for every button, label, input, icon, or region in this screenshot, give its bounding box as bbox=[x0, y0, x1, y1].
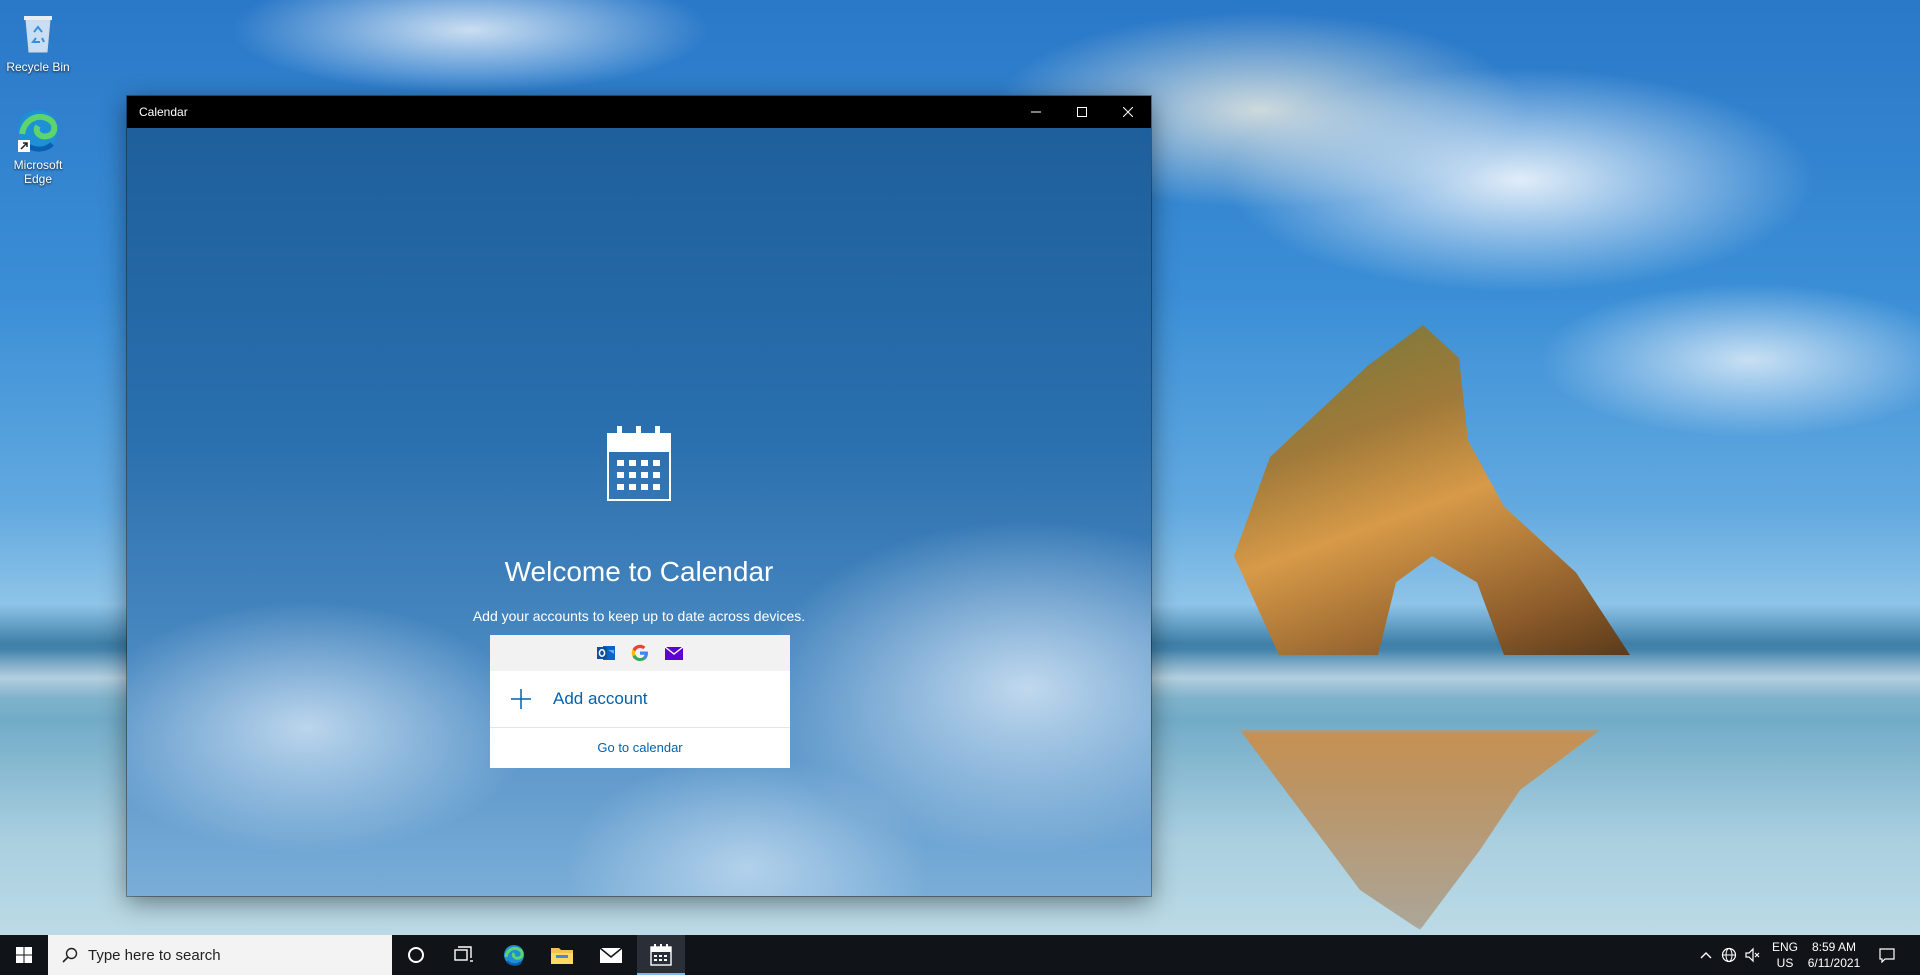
edge-icon bbox=[14, 106, 62, 154]
google-icon bbox=[631, 644, 648, 661]
maximize-icon bbox=[1077, 107, 1087, 117]
language-indicator: ENG US bbox=[1772, 939, 1798, 971]
window-titlebar[interactable]: Calendar bbox=[127, 96, 1151, 128]
action-center-button[interactable] bbox=[1872, 935, 1902, 975]
welcome-subtitle: Add your accounts to keep up to date acr… bbox=[472, 608, 806, 624]
rock-reflection bbox=[1240, 730, 1600, 930]
file-explorer-button[interactable] bbox=[538, 935, 586, 975]
minimize-icon bbox=[1031, 111, 1041, 113]
input-language-button[interactable]: ENG US bbox=[1770, 935, 1800, 975]
maximize-button[interactable] bbox=[1059, 96, 1105, 128]
plus-icon bbox=[511, 689, 531, 709]
show-hidden-icons-button[interactable] bbox=[1695, 935, 1717, 975]
volume-button[interactable] bbox=[1741, 935, 1765, 975]
taskbar: Type here to search ENG US 8:59 AM 6/11/… bbox=[0, 935, 1920, 975]
clock-date: 6/11/2021 bbox=[1807, 956, 1861, 970]
mail-button[interactable] bbox=[587, 935, 635, 975]
desktop-icon-edge[interactable]: Microsoft Edge bbox=[0, 106, 76, 186]
yahoo-mail-icon bbox=[664, 646, 684, 660]
taskbar-search-box[interactable]: Type here to search bbox=[48, 935, 392, 975]
taskbar-edge-button[interactable] bbox=[490, 935, 538, 975]
search-icon bbox=[62, 947, 78, 963]
language-code: ENG bbox=[1771, 940, 1798, 954]
close-button[interactable] bbox=[1105, 96, 1151, 128]
task-view-button[interactable] bbox=[440, 935, 488, 975]
clock-button[interactable]: 8:59 AM 6/11/2021 bbox=[1804, 935, 1864, 975]
mail-icon bbox=[599, 947, 623, 963]
task-view-icon bbox=[454, 946, 473, 962]
network-button[interactable] bbox=[1717, 935, 1741, 975]
sea-rock bbox=[1234, 325, 1630, 655]
calendar-icon bbox=[607, 426, 671, 507]
clock-time: 8:59 AM bbox=[1811, 940, 1857, 954]
cortana-icon bbox=[408, 947, 424, 963]
add-account-label: Add account bbox=[553, 689, 648, 708]
clock: 8:59 AM 6/11/2021 bbox=[1808, 939, 1861, 971]
notification-icon bbox=[1879, 948, 1895, 963]
cortana-button[interactable] bbox=[392, 935, 440, 975]
calendar-window: Calendar Welcome to Calendar Add your ac… bbox=[127, 96, 1151, 896]
provider-strip bbox=[490, 635, 790, 671]
search-placeholder: Type here to search bbox=[88, 946, 221, 964]
desktop-icon-recycle-bin[interactable]: Recycle Bin bbox=[0, 8, 76, 74]
start-button[interactable] bbox=[0, 935, 48, 975]
close-icon bbox=[1123, 107, 1133, 117]
outlook-icon bbox=[597, 646, 615, 660]
language-region: US bbox=[1776, 956, 1794, 970]
recycle-bin-icon bbox=[14, 8, 62, 56]
globe-icon bbox=[1721, 947, 1737, 963]
add-account-button[interactable]: Add account bbox=[490, 671, 790, 727]
welcome-heading: Welcome to Calendar bbox=[504, 556, 774, 587]
windows-icon bbox=[16, 947, 32, 963]
go-to-calendar-link[interactable]: Go to calendar bbox=[490, 728, 790, 768]
volume-muted-icon bbox=[1745, 947, 1760, 963]
file-explorer-icon bbox=[551, 948, 573, 964]
chevron-up-icon bbox=[1700, 952, 1712, 959]
window-title: Calendar bbox=[139, 105, 188, 119]
minimize-button[interactable] bbox=[1013, 96, 1059, 128]
account-card: Add account Go to calendar bbox=[490, 635, 790, 768]
taskbar-calendar-button[interactable] bbox=[637, 935, 685, 975]
desktop-icon-label: Microsoft Edge bbox=[13, 158, 63, 186]
edge-icon bbox=[504, 945, 524, 966]
desktop-icon-label: Recycle Bin bbox=[6, 60, 70, 74]
welcome-panel: Welcome to Calendar Add your accounts to… bbox=[127, 128, 1151, 896]
calendar-icon bbox=[650, 944, 672, 966]
